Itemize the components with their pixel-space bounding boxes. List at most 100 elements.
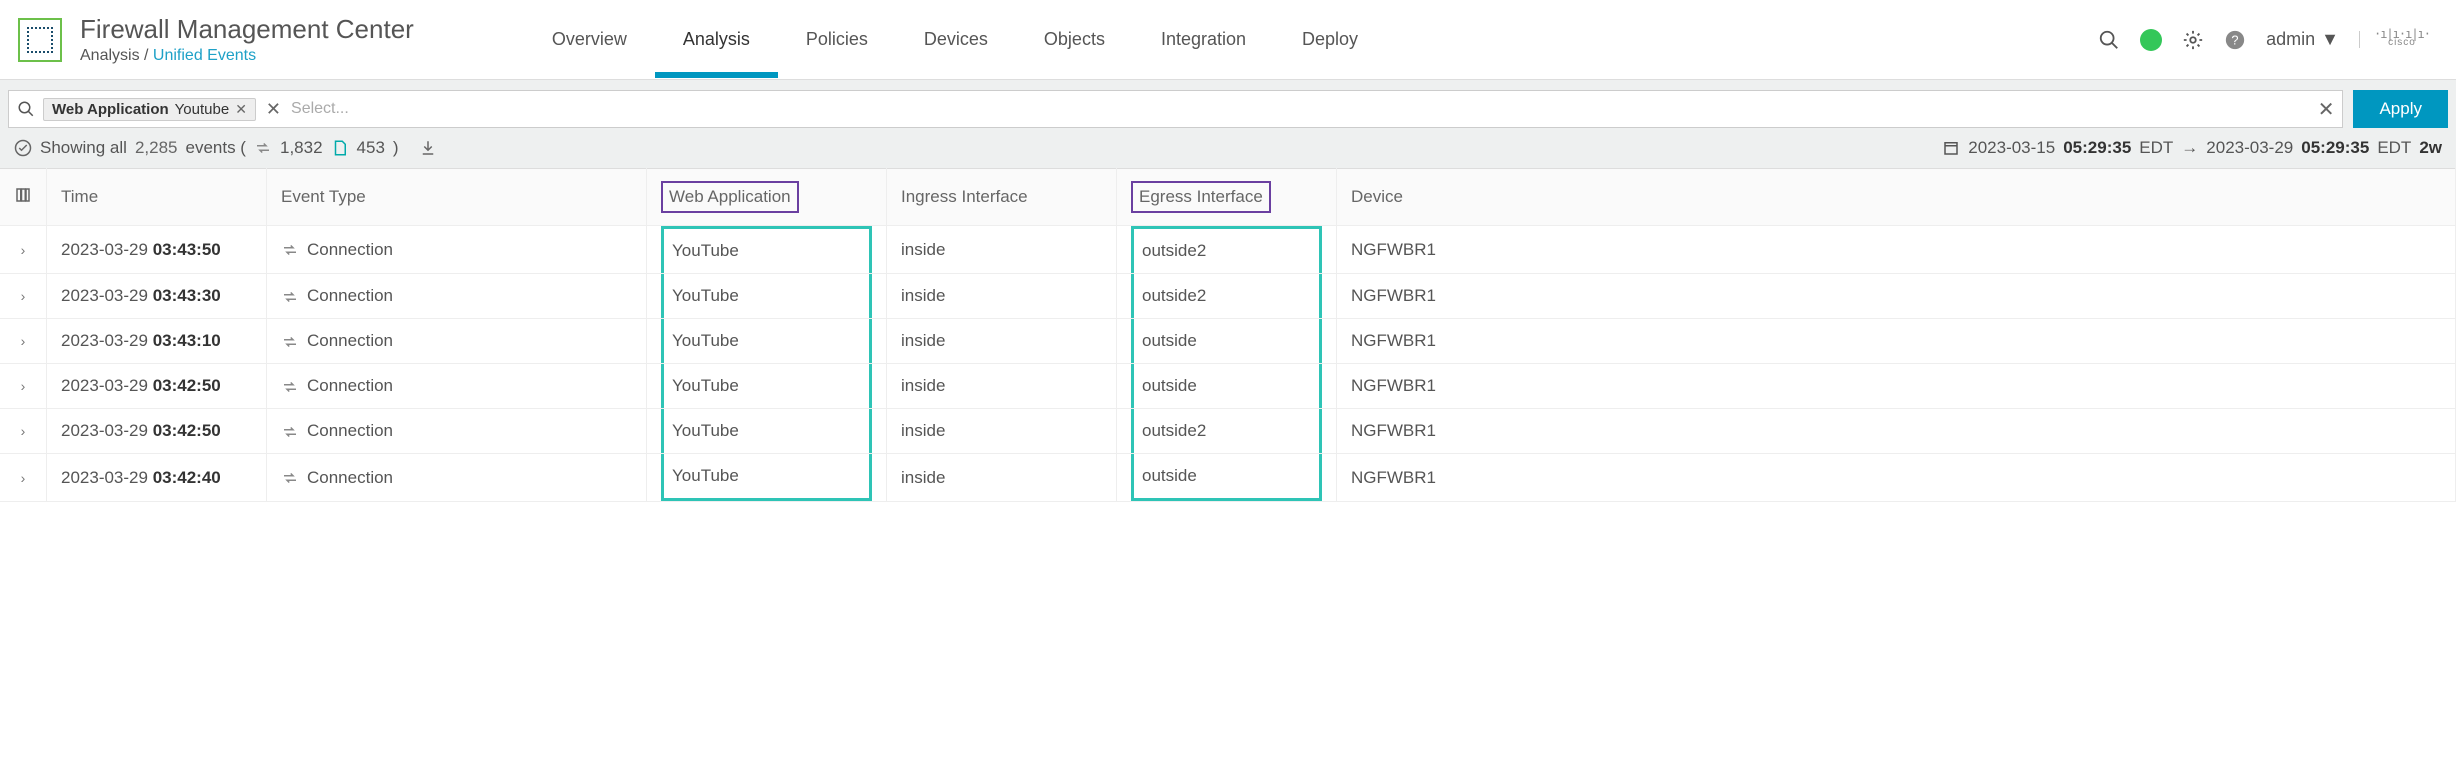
nav-analysis[interactable]: Analysis bbox=[655, 1, 778, 78]
cell-device: NGFWBR1 bbox=[1337, 364, 2456, 409]
cell-web-application: YouTube bbox=[647, 274, 887, 319]
events-table: Time Event Type Web Application Ingress … bbox=[0, 168, 2456, 502]
table-row: ›2023-03-29 03:42:40ConnectionYouTubeins… bbox=[0, 454, 2456, 502]
cell-device: NGFWBR1 bbox=[1337, 319, 2456, 364]
connection-icon bbox=[281, 378, 299, 396]
cell-time: 2023-03-29 03:42:40 bbox=[47, 454, 267, 502]
cell-egress-interface: outside2 bbox=[1117, 226, 1337, 274]
range-duration: 2w bbox=[2419, 138, 2442, 158]
expand-row-icon[interactable]: › bbox=[21, 423, 26, 439]
gear-icon[interactable] bbox=[2182, 29, 2204, 51]
col-event-type[interactable]: Event Type bbox=[267, 169, 647, 226]
download-icon[interactable] bbox=[419, 139, 437, 157]
breadcrumb: Analysis / Unified Events bbox=[80, 47, 414, 65]
cell-event-type: Connection bbox=[267, 319, 647, 364]
connection-icon bbox=[281, 288, 299, 306]
time-range[interactable]: 2023-03-15 05:29:35 EDT → 2023-03-29 05:… bbox=[1942, 138, 2442, 158]
deploy-status-icon[interactable] bbox=[2140, 29, 2162, 51]
remove-chip-icon[interactable]: ✕ bbox=[235, 101, 247, 118]
filter-chip-value: Youtube bbox=[175, 101, 230, 118]
col-egress-interface[interactable]: Egress Interface bbox=[1117, 169, 1337, 226]
cell-egress-interface: outside bbox=[1117, 454, 1337, 502]
column-picker[interactable] bbox=[0, 169, 47, 226]
count-a: 1,832 bbox=[280, 138, 323, 158]
col-time[interactable]: Time bbox=[47, 169, 267, 226]
nav-policies[interactable]: Policies bbox=[778, 1, 896, 78]
title-block: Firewall Management Center Analysis / Un… bbox=[80, 14, 414, 65]
table-row: › 2023-03-29 03:42:50ConnectionYouTubeins… bbox=[0, 364, 2456, 409]
breadcrumb-page-link[interactable]: Unified Events bbox=[153, 47, 256, 64]
swap-icon bbox=[254, 139, 272, 157]
chevron-down-icon: ▼ bbox=[2321, 29, 2339, 50]
connection-icon bbox=[281, 241, 299, 259]
col-web-application[interactable]: Web Application bbox=[647, 169, 887, 226]
nav-deploy[interactable]: Deploy bbox=[1274, 1, 1386, 78]
cell-event-type: Connection bbox=[267, 364, 647, 409]
cell-event-type: Connection bbox=[267, 409, 647, 454]
cell-web-application: YouTube bbox=[647, 364, 887, 409]
table-row: › 2023-03-29 03:42:50ConnectionYouTubeins… bbox=[0, 409, 2456, 454]
cell-event-type: Connection bbox=[267, 274, 647, 319]
cell-time: 2023-03-29 03:42:50 bbox=[47, 364, 267, 409]
header-actions: ? admin ▼ ·ı|ı·ı|ı· cisco bbox=[2098, 29, 2446, 51]
connection-icon bbox=[281, 333, 299, 351]
table-row: ›2023-03-29 03:43:10ConnectionYouTubeins… bbox=[0, 319, 2456, 364]
nav-integration[interactable]: Integration bbox=[1133, 1, 1274, 78]
cell-device: NGFWBR1 bbox=[1337, 454, 2456, 502]
filter-placeholder: Select... bbox=[291, 100, 2318, 118]
check-circle-icon bbox=[14, 139, 32, 157]
cell-egress-interface: outside bbox=[1117, 364, 1337, 409]
svg-text:?: ? bbox=[2232, 32, 2239, 47]
status-bar: Showing all 2,285 events ( 1,832 453 ) 2… bbox=[8, 128, 2448, 164]
cell-web-application: YouTube bbox=[647, 226, 887, 274]
user-menu[interactable]: admin ▼ bbox=[2266, 29, 2339, 50]
search-icon bbox=[17, 100, 35, 118]
nav-overview[interactable]: Overview bbox=[524, 1, 655, 78]
app-header: Firewall Management Center Analysis / Un… bbox=[0, 0, 2456, 80]
file-icon bbox=[331, 139, 349, 157]
filter-panel: Web Application Youtube ✕ ✕ Select... ✕ … bbox=[0, 80, 2456, 168]
expand-row-icon[interactable]: › bbox=[21, 333, 26, 349]
cell-ingress-interface: inside bbox=[887, 226, 1117, 274]
cell-time: 2023-03-29 03:43:30 bbox=[47, 274, 267, 319]
cell-egress-interface: outside2 bbox=[1117, 274, 1337, 319]
expand-row-icon[interactable]: › bbox=[21, 470, 26, 486]
cell-ingress-interface: inside bbox=[887, 319, 1117, 364]
expand-row-icon[interactable]: › bbox=[21, 288, 26, 304]
apply-button[interactable]: Apply bbox=[2353, 90, 2448, 128]
cell-ingress-interface: inside bbox=[887, 364, 1117, 409]
cell-ingress-interface: inside bbox=[887, 274, 1117, 319]
user-label: admin bbox=[2266, 29, 2315, 50]
cell-web-application: YouTube bbox=[647, 409, 887, 454]
col-device[interactable]: Device bbox=[1337, 169, 2456, 226]
breadcrumb-section: Analysis bbox=[80, 47, 140, 64]
main-nav: Overview Analysis Policies Devices Objec… bbox=[524, 1, 1386, 78]
expand-row-icon[interactable]: › bbox=[21, 378, 26, 394]
table-row: › 2023-03-29 03:43:30ConnectionYouTubeins… bbox=[0, 274, 2456, 319]
cell-time: 2023-03-29 03:42:50 bbox=[47, 409, 267, 454]
columns-icon bbox=[14, 186, 32, 204]
clear-input-icon[interactable]: ✕ bbox=[2318, 97, 2335, 122]
cell-device: NGFWBR1 bbox=[1337, 409, 2456, 454]
cell-event-type: Connection bbox=[267, 226, 647, 274]
vendor-logo: ·ı|ı·ı|ı· cisco bbox=[2359, 31, 2430, 48]
search-icon[interactable] bbox=[2098, 29, 2120, 51]
total-event-count: 2,285 bbox=[135, 138, 178, 158]
table-header-row: Time Event Type Web Application Ingress … bbox=[0, 169, 2456, 226]
cell-web-application: YouTube bbox=[647, 319, 887, 364]
col-ingress-interface[interactable]: Ingress Interface bbox=[887, 169, 1117, 226]
cell-egress-interface: outside bbox=[1117, 319, 1337, 364]
cell-ingress-interface: inside bbox=[887, 454, 1117, 502]
expand-row-icon[interactable]: › bbox=[21, 242, 26, 258]
cell-ingress-interface: inside bbox=[887, 409, 1117, 454]
cell-event-type: Connection bbox=[267, 454, 647, 502]
clear-all-filters-icon[interactable]: ✕ bbox=[266, 99, 281, 120]
nav-devices[interactable]: Devices bbox=[896, 1, 1016, 78]
help-icon[interactable]: ? bbox=[2224, 29, 2246, 51]
filter-input[interactable]: Web Application Youtube ✕ ✕ Select... ✕ bbox=[8, 90, 2343, 128]
filter-chip[interactable]: Web Application Youtube ✕ bbox=[43, 98, 256, 121]
cell-device: NGFWBR1 bbox=[1337, 274, 2456, 319]
calendar-icon bbox=[1942, 139, 1960, 157]
app-logo bbox=[18, 18, 62, 62]
nav-objects[interactable]: Objects bbox=[1016, 1, 1133, 78]
